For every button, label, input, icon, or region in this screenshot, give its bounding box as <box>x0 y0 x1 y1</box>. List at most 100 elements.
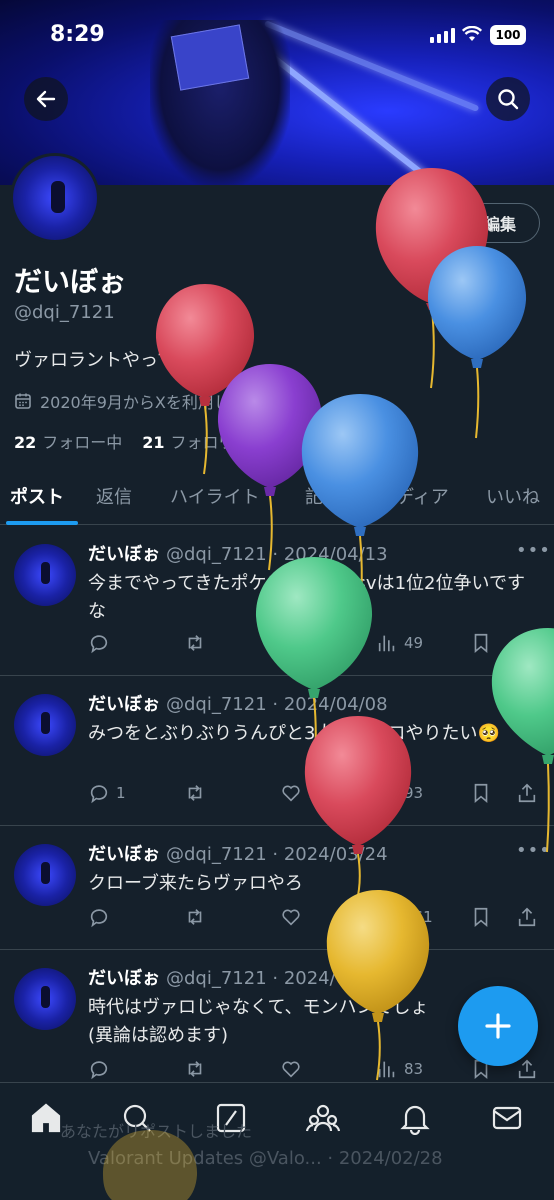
edit-profile-button[interactable]: 編集 <box>460 203 540 243</box>
reply-button[interactable] <box>88 1058 110 1080</box>
more-options-icon[interactable]: ••• <box>516 840 551 861</box>
calendar-icon <box>15 393 31 409</box>
tweet-author-name[interactable]: だいぼぉ <box>88 544 160 565</box>
notifications-icon <box>400 1105 430 1136</box>
tweet-meta: @dqi_7121 · 2024/04/13 <box>166 544 388 565</box>
battery-icon: 100 <box>490 25 526 45</box>
repost-icon <box>188 785 202 801</box>
tweet[interactable]: だいぼぉ @dqi_7121 · 2024/04/13 ••• 今までやってきたポ… <box>0 526 554 676</box>
view-count: 93 <box>404 784 424 802</box>
tweet-avatar[interactable] <box>14 968 76 1030</box>
views-button[interactable]: 49 <box>376 632 423 654</box>
tab-replies[interactable]: 返信 <box>96 483 132 509</box>
tab-posts[interactable]: ポスト <box>10 483 64 509</box>
nav-home[interactable] <box>29 1101 63 1135</box>
share-icon <box>518 1059 536 1079</box>
tweet-author-name[interactable]: だいぼぉ <box>88 844 160 865</box>
reply-icon <box>90 785 108 804</box>
view-count: 83 <box>404 1060 424 1078</box>
views-icon <box>378 909 395 926</box>
balloon-red <box>375 168 489 389</box>
plus-icon <box>485 1013 511 1039</box>
following-label: フォロー中 <box>42 433 123 452</box>
follow-stats: 22 フォロー中 21 フォロワー <box>14 429 251 453</box>
bookmark-button[interactable] <box>470 632 492 654</box>
tweet-text: みつをとぶりぶりうんぴと3人でヴァロやりたい🥺 <box>88 723 500 744</box>
reply-icon <box>90 909 108 928</box>
like-button[interactable] <box>280 906 308 928</box>
views-icon <box>378 785 395 802</box>
home-icon <box>31 1103 61 1133</box>
like-button[interactable]: 1 <box>280 782 318 804</box>
nav-notifications[interactable] <box>398 1101 432 1136</box>
tweet-header: だいぼぉ @dqi_7121 · 2024/03/08 <box>88 964 388 990</box>
profile-joined: 2020年9月からXを利用しています <box>14 389 293 413</box>
following-count: 22 <box>14 433 37 452</box>
views-button[interactable]: 83 <box>376 1058 423 1080</box>
followers-link[interactable]: 21 フォロワー <box>142 429 250 453</box>
tab-articles[interactable]: 記事 <box>305 483 341 509</box>
next-tweet-header: Valorant Updates @Valo... · 2024/02/28 <box>88 1148 443 1169</box>
back-button[interactable] <box>24 77 68 121</box>
share-button[interactable] <box>516 782 538 804</box>
heart-icon <box>282 785 300 802</box>
tweet-author-name[interactable]: だいぼぉ <box>88 694 160 715</box>
tweet-actions: 1 1 93 <box>88 782 540 808</box>
views-button[interactable]: 93 <box>376 782 423 804</box>
reply-button[interactable]: 1 <box>88 782 126 804</box>
nav-communities[interactable] <box>305 1101 341 1135</box>
view-count: 49 <box>404 634 424 652</box>
search-icon <box>498 89 519 110</box>
repost-button[interactable] <box>184 906 206 928</box>
tweet-header: だいぼぉ @dqi_7121 · 2024/04/13 <box>88 540 388 566</box>
repost-button[interactable] <box>184 1058 206 1080</box>
tab-media[interactable]: メディア <box>378 483 449 509</box>
reply-button[interactable] <box>88 906 116 928</box>
balloon-blue <box>427 246 527 439</box>
nav-messages[interactable] <box>490 1101 524 1135</box>
tab-likes[interactable]: いいね <box>486 483 540 509</box>
tweet-header: だいぼぉ @dqi_7121 · 2024/03/24 <box>88 840 388 866</box>
tweet-author-name[interactable]: だいぼぉ <box>88 968 160 989</box>
tweet-avatar[interactable] <box>14 694 76 756</box>
profile-tabs: ポスト 返信 ハイライト 記事 メディア いいね <box>0 465 554 525</box>
views-button[interactable]: 161 <box>376 906 433 928</box>
following-link[interactable]: 22 フォロー中 <box>14 429 122 453</box>
bookmark-button[interactable] <box>470 906 492 928</box>
tweet-text: 今までやってきたポケモンの中でsvは1位2位争いですな <box>88 573 525 622</box>
tweet-header: だいぼぉ @dqi_7121 · 2024/04/08 <box>88 690 388 716</box>
more-options-icon[interactable]: ••• <box>516 690 551 711</box>
tweet-actions: 83 <box>88 1058 540 1084</box>
communities-icon <box>305 1104 341 1132</box>
reply-button[interactable] <box>88 632 116 654</box>
repost-button[interactable] <box>184 632 206 654</box>
search-button[interactable] <box>486 77 530 121</box>
like-button[interactable] <box>280 632 308 654</box>
compose-post-button[interactable] <box>458 986 538 1066</box>
tweet-avatar[interactable] <box>14 844 76 906</box>
tab-highlights[interactable]: ハイライト <box>170 483 260 509</box>
share-button[interactable] <box>516 1058 538 1080</box>
repost-icon <box>188 635 202 651</box>
repost-button[interactable] <box>184 782 206 804</box>
share-button[interactable] <box>516 906 538 928</box>
share-icon <box>518 783 536 803</box>
bookmark-button[interactable] <box>470 782 492 804</box>
heart-icon <box>282 909 300 926</box>
repost-icon <box>188 909 202 925</box>
wifi-icon <box>462 26 482 41</box>
more-options-icon[interactable]: ••• <box>516 540 551 561</box>
tweet[interactable]: だいぼぉ @dqi_7121 · 2024/04/08 ••• みつをとぶりぶりう… <box>0 676 554 826</box>
tweet-avatar[interactable] <box>14 544 76 606</box>
tweet[interactable]: だいぼぉ @dqi_7121 · 2024/03/24 ••• クローブ来たらヴァ… <box>0 826 554 950</box>
share-icon <box>518 907 536 927</box>
share-button[interactable] <box>516 632 538 654</box>
reply-icon <box>90 635 108 654</box>
status-bar: 8:29 100 <box>0 0 554 72</box>
bookmark-icon <box>474 783 488 804</box>
tweet-meta: @dqi_7121 · 2024/04/08 <box>166 694 388 715</box>
like-button[interactable] <box>280 1058 302 1080</box>
tweet-text: クローブ来たらヴァロやろ <box>88 873 303 894</box>
repost-icon <box>188 1061 202 1077</box>
profile-avatar[interactable] <box>10 153 100 243</box>
